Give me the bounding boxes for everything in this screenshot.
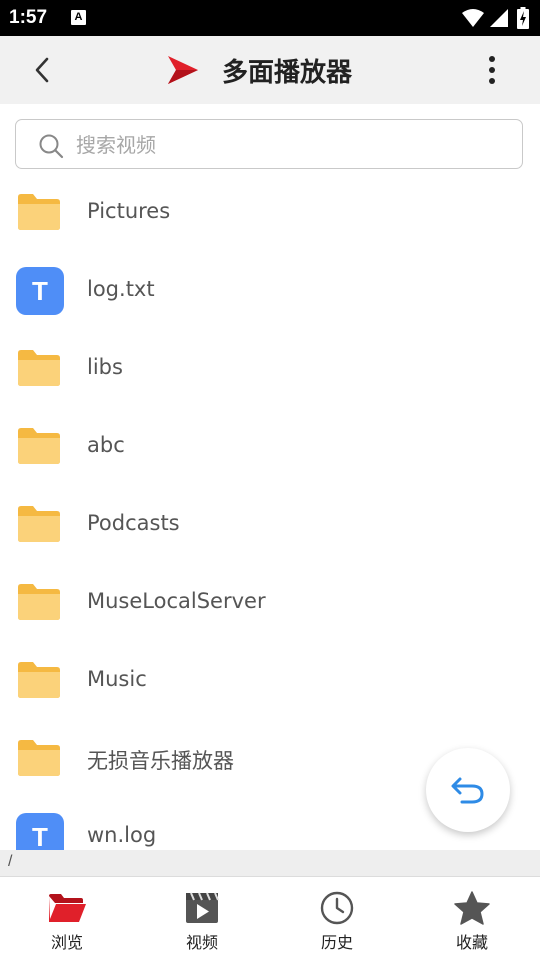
signal-icon xyxy=(490,9,508,27)
folder-icon xyxy=(18,506,60,542)
nav-item-browse[interactable]: 浏览 xyxy=(22,891,112,955)
file-name: log.txt xyxy=(87,277,155,301)
folder-icon xyxy=(18,740,60,776)
list-item[interactable]: T log.txt xyxy=(0,252,540,330)
folder-icon xyxy=(18,662,60,698)
folder-icon xyxy=(18,194,60,230)
list-item[interactable]: Podcasts xyxy=(0,486,540,564)
back-arrow-icon[interactable] xyxy=(28,54,58,86)
status-bar: 1:57 A xyxy=(0,0,540,36)
page-title: 多面播放器 xyxy=(222,58,353,88)
list-item[interactable]: Music xyxy=(0,642,540,720)
clock-icon xyxy=(320,891,354,925)
file-name: Podcasts xyxy=(87,511,180,535)
file-name: Pictures xyxy=(87,199,171,223)
folder-icon xyxy=(18,584,60,620)
file-name: 无损音乐播放器 xyxy=(87,749,234,773)
bottom-nav: 浏览 视频 历史 收藏 xyxy=(0,876,540,961)
nav-label: 收藏 xyxy=(455,933,488,952)
nav-item-video[interactable]: 视频 xyxy=(157,891,247,955)
folder-open-icon xyxy=(49,894,86,922)
search-input[interactable] xyxy=(74,128,498,162)
file-name: Music xyxy=(87,667,147,691)
file-name: abc xyxy=(87,433,125,457)
status-time: 1:57 xyxy=(9,7,48,28)
folder-icon xyxy=(18,350,60,386)
path-bar: / xyxy=(0,850,540,876)
search-icon xyxy=(39,134,64,159)
wifi-icon xyxy=(462,9,484,27)
nav-label: 历史 xyxy=(320,933,353,952)
list-item[interactable]: abc xyxy=(0,408,540,486)
star-icon xyxy=(454,891,490,925)
undo-icon xyxy=(451,777,484,804)
app-bar: 多面播放器 xyxy=(0,36,540,104)
more-vert-icon[interactable] xyxy=(480,54,504,86)
file-name: wn.log xyxy=(87,823,157,847)
file-name: libs xyxy=(87,355,123,379)
undo-button[interactable] xyxy=(426,748,510,832)
nav-label: 浏览 xyxy=(50,933,83,952)
video-icon xyxy=(186,892,219,923)
file-name: MuseLocalServer xyxy=(87,589,266,613)
list-item[interactable]: MuseLocalServer xyxy=(0,564,540,642)
app-logo-icon xyxy=(168,56,198,84)
nav-label: 视频 xyxy=(185,933,218,952)
text-file-icon: T xyxy=(16,813,64,850)
text-file-icon: T xyxy=(16,267,64,315)
folder-icon xyxy=(18,428,60,464)
list-item[interactable]: libs xyxy=(0,330,540,408)
battery-charging-icon xyxy=(517,7,529,29)
search-box[interactable] xyxy=(15,119,523,169)
list-item[interactable]: Pictures xyxy=(0,174,540,252)
nav-item-favorites[interactable]: 收藏 xyxy=(427,891,517,955)
current-path: / xyxy=(8,853,13,870)
nav-item-history[interactable]: 历史 xyxy=(292,891,382,955)
notification-icon: A xyxy=(71,10,86,25)
